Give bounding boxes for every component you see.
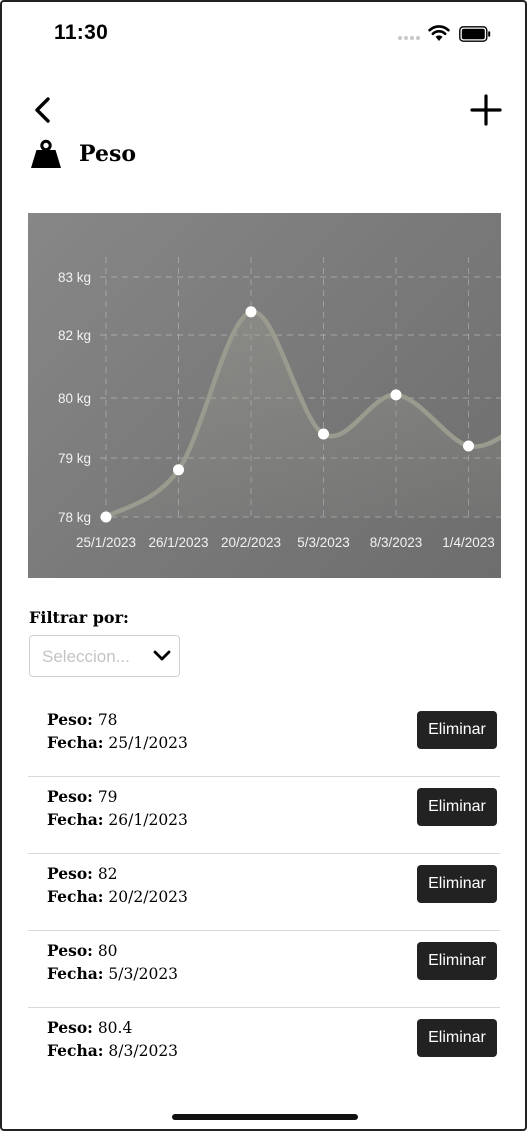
record-date: Fecha: 25/1/2023: [47, 733, 188, 752]
y-tick-label: 79 kg: [58, 451, 91, 466]
data-point: [100, 511, 112, 523]
record-date-value: 20/2/2023: [103, 888, 188, 906]
list-item: Peso: 82 Fecha: 20/2/2023 Eliminar: [28, 854, 500, 931]
page-title: Peso: [79, 141, 137, 167]
record-weight: Peso: 80: [47, 941, 118, 960]
record-weight-value: 79: [92, 788, 118, 806]
delete-button[interactable]: Eliminar: [417, 942, 497, 980]
chevron-down-icon: [153, 650, 171, 661]
data-point: [318, 428, 329, 440]
record-date-value: 26/1/2023: [103, 811, 188, 829]
record-date-value: 5/3/2023: [103, 965, 179, 983]
record-date-label: Fecha:: [47, 810, 104, 829]
record-weight: Peso: 82: [47, 864, 118, 883]
record-weight: Peso: 78: [47, 710, 118, 729]
y-tick-label: 82 kg: [58, 328, 91, 343]
record-weight-label: Peso:: [47, 941, 93, 960]
delete-button[interactable]: Eliminar: [417, 788, 497, 826]
x-tick-label: 20/2/2023: [221, 535, 281, 550]
x-tick-label: 5/3/2023: [297, 535, 350, 550]
chart-svg: 83 kg 82 kg 80 kg 79 kg 78 kg 25/1/2023 26/1/2…: [58, 257, 501, 550]
record-weight-value: 78: [92, 711, 118, 729]
weight-chart: 83 kg 82 kg 80 kg 79 kg 78 kg 25/1/2023 26/1/2…: [28, 213, 501, 578]
delete-button[interactable]: Eliminar: [417, 1019, 497, 1057]
y-tick-label: 80 kg: [58, 391, 91, 406]
filter-placeholder: Seleccion...: [42, 647, 130, 666]
status-bar: 11:30: [2, 2, 525, 64]
list-item: Peso: 78 Fecha: 25/1/2023 Eliminar: [28, 700, 500, 777]
record-date: Fecha: 26/1/2023: [47, 810, 188, 829]
weight-icon: [31, 139, 61, 168]
plus-icon[interactable]: [470, 94, 502, 126]
y-tick-label: 78 kg: [58, 510, 91, 525]
delete-button[interactable]: Eliminar: [417, 865, 497, 903]
y-tick-label: 83 kg: [58, 270, 91, 285]
list-item: Peso: 80.4 Fecha: 8/3/2023 Eliminar: [28, 1008, 500, 1085]
record-weight-value: 80.4: [92, 1019, 133, 1037]
page-header: Peso: [30, 138, 136, 170]
x-tick-label: 8/3/2023: [370, 535, 423, 550]
x-tick-label: 25/1/2023: [76, 535, 136, 550]
record-date-label: Fecha:: [47, 1041, 104, 1060]
filter-label: Filtrar por:: [29, 608, 129, 627]
list-item: Peso: 80 Fecha: 5/3/2023 Eliminar: [28, 931, 500, 1008]
chevron-left-icon[interactable]: [30, 96, 58, 124]
record-date-value: 25/1/2023: [103, 734, 188, 752]
wifi-icon: [428, 25, 450, 41]
record-weight-label: Peso:: [47, 1018, 93, 1037]
x-tick-label: 1/4/2023: [442, 535, 495, 550]
weight-record-list: Peso: 78 Fecha: 25/1/2023 Eliminar Peso:…: [28, 700, 500, 1085]
data-point: [245, 306, 257, 318]
record-weight-value: 80: [92, 942, 118, 960]
record-weight-value: 82: [92, 865, 118, 883]
phone-screen: 11:30 Peso 83 kg 82 kg 80 kg 79 kg 78 kg…: [0, 0, 527, 1131]
record-date: Fecha: 5/3/2023: [47, 964, 178, 983]
record-date-label: Fecha:: [47, 733, 104, 752]
home-indicator: [172, 1114, 358, 1120]
record-date-label: Fecha:: [47, 964, 104, 983]
filter-dropdown[interactable]: Seleccion...: [29, 635, 180, 677]
data-point: [463, 440, 474, 452]
status-time: 11:30: [54, 21, 109, 44]
delete-button[interactable]: Eliminar: [417, 711, 497, 749]
record-weight: Peso: 80.4: [47, 1018, 132, 1037]
record-date: Fecha: 20/2/2023: [47, 887, 188, 906]
record-date-value: 8/3/2023: [103, 1042, 179, 1060]
record-weight-label: Peso:: [47, 710, 93, 729]
record-date-label: Fecha:: [47, 887, 104, 906]
record-weight: Peso: 79: [47, 787, 118, 806]
battery-icon: [459, 26, 491, 42]
x-tick-label: 26/1/2023: [148, 535, 208, 550]
cellular-signal-icon: [398, 36, 422, 42]
data-point: [173, 464, 184, 476]
record-weight-label: Peso:: [47, 864, 93, 883]
list-item: Peso: 79 Fecha: 26/1/2023 Eliminar: [28, 777, 500, 854]
record-date: Fecha: 8/3/2023: [47, 1041, 178, 1060]
data-point: [390, 389, 402, 401]
record-weight-label: Peso:: [47, 787, 93, 806]
